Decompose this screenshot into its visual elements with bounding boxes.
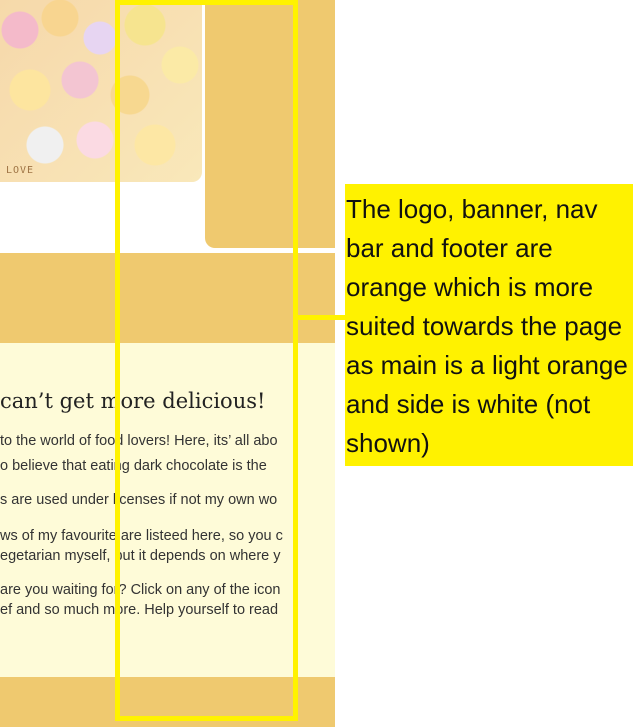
- paragraph-line: s are used under licenses if not my own …: [0, 492, 278, 508]
- annotation-note: The logo, banner, nav bar and footer are…: [345, 184, 633, 466]
- paragraph-line: egetarian myself, but it depends on wher…: [0, 548, 281, 564]
- hero-image-caption: LOVE: [6, 165, 35, 176]
- paragraph-line: are you waiting for? Click on any of the…: [0, 582, 281, 598]
- paragraph-line: o believe that eating dark chocolate is …: [0, 458, 267, 474]
- main-content: can’t get more delicious! to the world o…: [0, 343, 335, 677]
- paragraph-line: to the world of food lovers! Here, its’ …: [0, 433, 278, 449]
- annotation-connector: [293, 315, 346, 320]
- hero-image: LOVE: [0, 0, 202, 182]
- banner-panel: [205, 0, 335, 248]
- paragraph-line: ws of my favourite are listeed here, so …: [0, 528, 283, 544]
- paragraph-line: ef and so much more. Help yourself to re…: [0, 602, 279, 618]
- page-heading: can’t get more delicious!: [0, 389, 266, 413]
- footer: [0, 677, 335, 727]
- nav-bar: [0, 253, 335, 343]
